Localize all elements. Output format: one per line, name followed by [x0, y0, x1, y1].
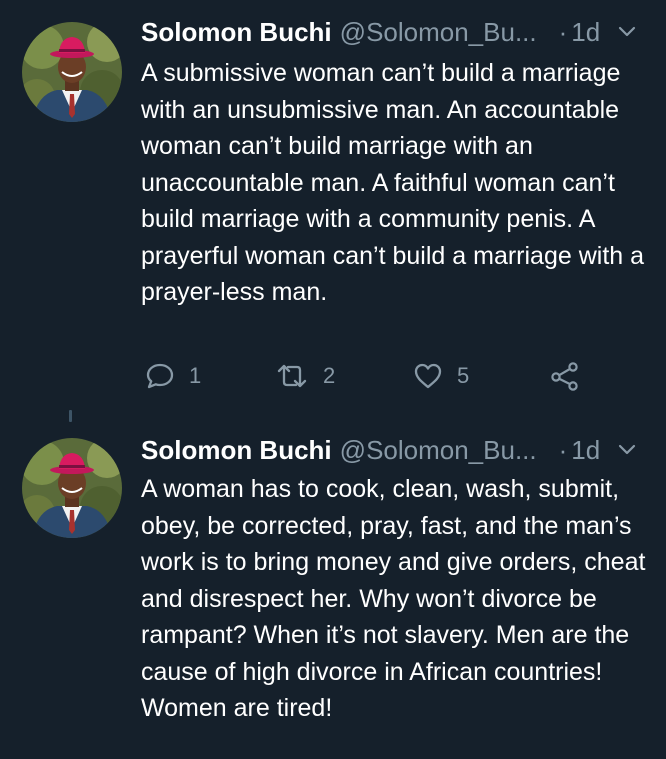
heart-icon	[413, 361, 443, 391]
timestamp[interactable]: 1d	[571, 17, 600, 48]
retweet-button[interactable]: 2	[275, 358, 335, 394]
separator-dot: ·	[558, 16, 568, 47]
timestamp[interactable]: 1d	[571, 435, 600, 466]
tweet-actions: 1 2 5	[145, 358, 595, 394]
thread-connector	[69, 410, 72, 422]
tweet-header: Solomon Buchi @Solomon_Bu... · 1d	[141, 432, 642, 468]
retweet-icon	[275, 361, 309, 391]
reply-count: 1	[189, 363, 202, 388]
like-button[interactable]: 5	[413, 358, 469, 394]
tweet-text: A woman has to cook, clean, wash, submit…	[141, 475, 646, 722]
author-handle[interactable]: @Solomon_Bu...	[340, 17, 537, 48]
retweet-count: 2	[323, 363, 336, 388]
author-name[interactable]: Solomon Buchi	[141, 435, 332, 466]
chevron-down-icon[interactable]	[616, 439, 638, 461]
author-handle[interactable]: @Solomon_Bu...	[340, 435, 537, 466]
reply-icon	[145, 361, 175, 391]
chevron-down-icon[interactable]	[616, 21, 638, 43]
timeline-feed: Solomon Buchi @Solomon_Bu... · 1d A subm…	[0, 0, 666, 759]
reply-button[interactable]: 1	[145, 358, 201, 394]
tweet-header: Solomon Buchi @Solomon_Bu... · 1d	[141, 14, 642, 50]
separator-dot: ·	[558, 434, 568, 465]
like-count: 5	[457, 363, 470, 388]
avatar[interactable]	[22, 22, 122, 122]
tweet-text: A submissive woman can’t build a marriag…	[141, 59, 645, 306]
share-button[interactable]	[550, 358, 580, 394]
avatar[interactable]	[22, 438, 122, 538]
share-icon	[550, 361, 580, 391]
author-name[interactable]: Solomon Buchi	[141, 17, 332, 48]
